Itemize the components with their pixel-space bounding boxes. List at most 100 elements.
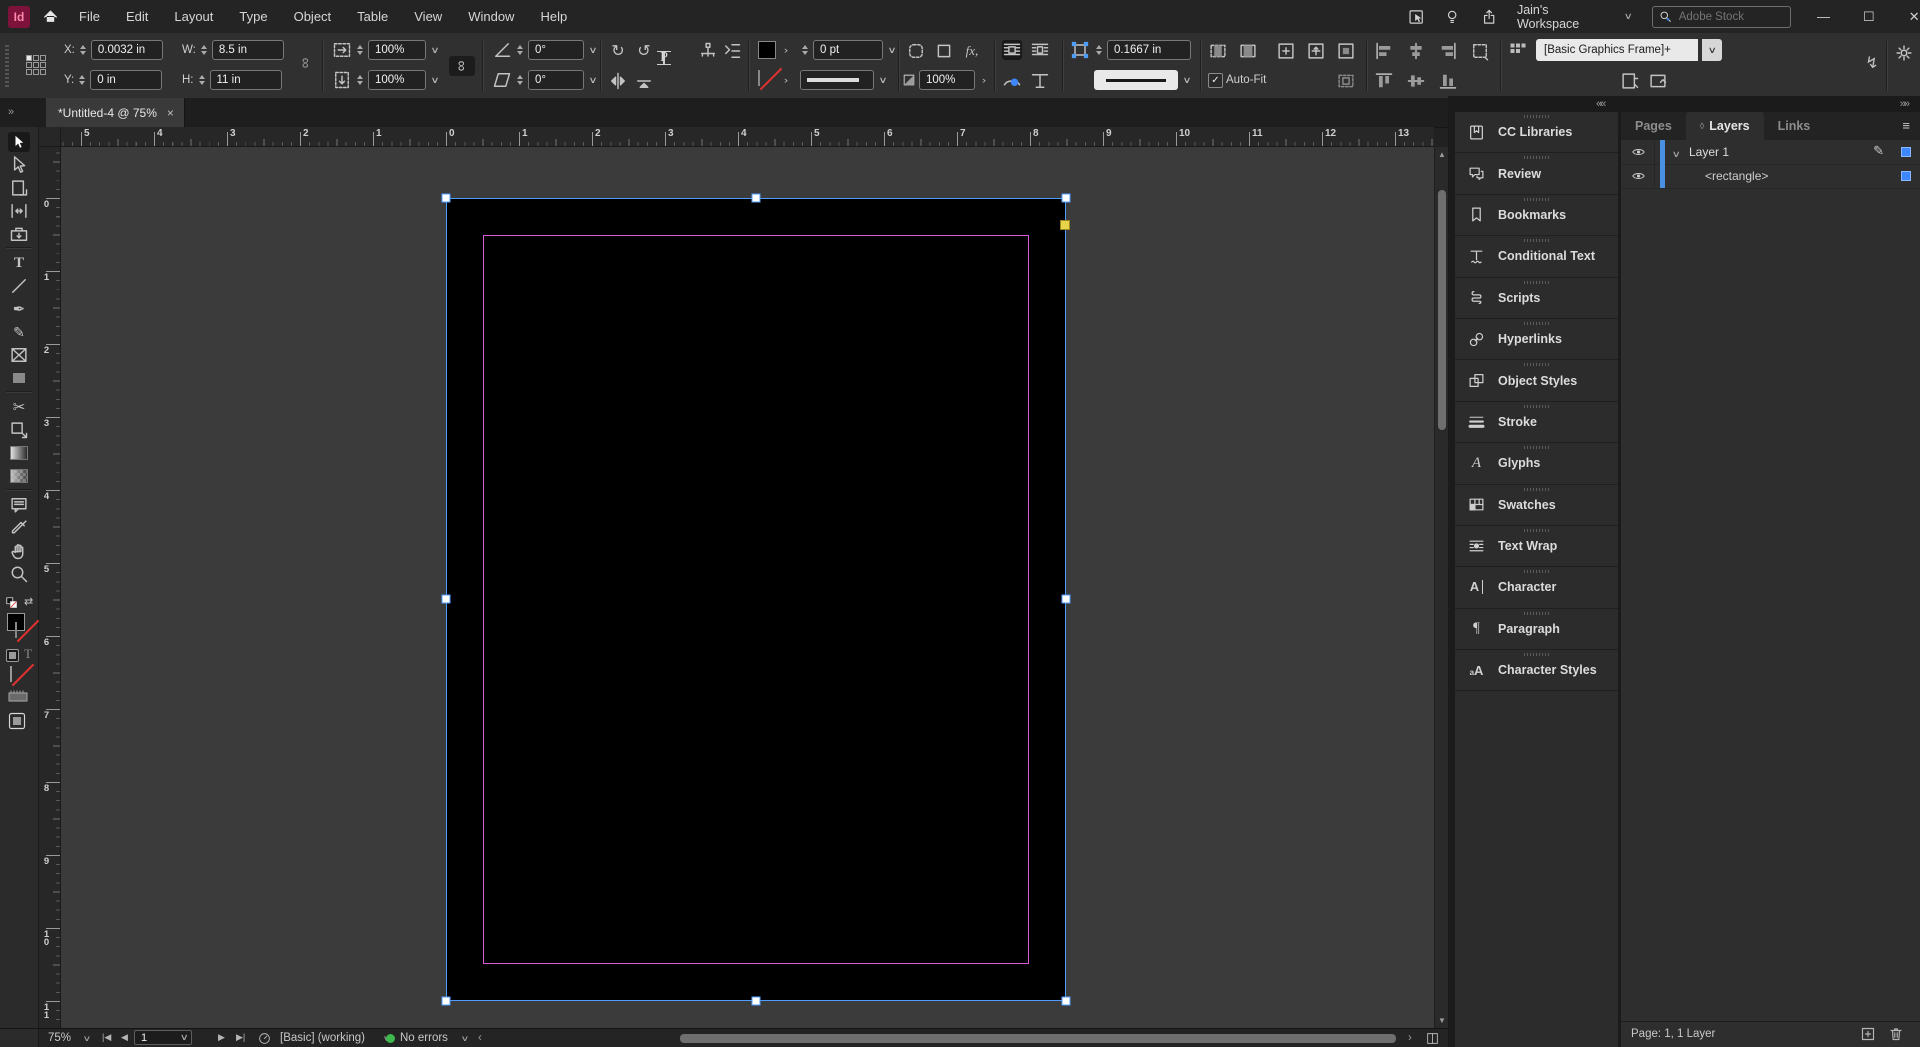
shear-chevron-icon[interactable]: ∨ [585,75,602,86]
corner-options-widget[interactable] [1060,220,1070,230]
window-split-icon[interactable] [1426,1032,1439,1045]
visibility-eye-icon[interactable] [1631,145,1646,159]
stroke-color-swatch[interactable] [758,70,760,86]
opacity-field[interactable]: 100% [919,70,975,90]
scale-x-field[interactable]: 100% [368,40,426,60]
wrap-to-chevron-icon[interactable]: ∨ [1179,75,1196,86]
free-transform-tool[interactable] [8,420,30,440]
next-page-button[interactable]: ▶ [218,1032,225,1043]
workspace-chevron-icon[interactable]: ∨ [1624,11,1633,22]
object-name[interactable]: <rectangle> [1705,169,1768,183]
layer-name[interactable]: Layer 1 [1689,145,1729,159]
scale-x-stepper[interactable] [355,42,365,58]
panel-item-conditional-text[interactable]: Conditional Text [1455,236,1618,278]
scissors-tool[interactable]: ✂ [8,397,30,417]
scale-y-chevron-icon[interactable]: ∨ [427,75,444,86]
align-to-selection-icon[interactable] [1470,41,1490,61]
object-selection-square[interactable] [1901,171,1911,181]
shear-field[interactable]: 0° [528,70,584,90]
align-bottom-icon[interactable] [1438,71,1458,91]
pencil-tool[interactable]: ✎ [8,322,30,342]
wrap-offset-stepper[interactable] [1094,42,1104,58]
page-tool[interactable] [8,178,30,198]
scale-y-stepper[interactable] [355,72,365,88]
panel-item-review[interactable]: Review [1455,153,1618,195]
selection-tool[interactable] [8,132,30,152]
frame-fitting-options-icon[interactable] [1336,71,1356,91]
flip-vertical-icon[interactable] [634,71,654,91]
panel-menu-icon[interactable]: ≡ [1902,118,1910,133]
menu-object[interactable]: Object [281,0,345,33]
stock-search-input[interactable] [1676,9,1771,24]
pasteboard[interactable] [61,147,1434,1028]
tab-links[interactable]: Links [1764,112,1825,140]
scroll-up-icon[interactable]: ▲ [1435,150,1449,159]
panel-item-swatches[interactable]: Swatches [1455,485,1618,526]
adobe-stock-search[interactable] [1651,5,1791,28]
constrain-dimensions-icon[interactable]: ∞ [296,53,316,73]
y-stepper[interactable] [77,72,87,88]
panel-settings-gear-icon[interactable] [1894,43,1914,63]
panel-item-hyperlinks[interactable]: Hyperlinks [1455,319,1618,361]
menu-view[interactable]: View [401,0,455,33]
layer-row[interactable]: ∨ Layer 1 ✎ [1621,140,1920,165]
menu-edit[interactable]: Edit [113,0,161,33]
object-style-dropdown[interactable]: [Basic Graphics Frame]+ [1536,39,1698,61]
center-content-icon[interactable] [1336,41,1356,61]
preflight-icon[interactable] [258,1032,271,1045]
direct-selection-tool[interactable] [8,155,30,175]
minimize-button[interactable]: — [1811,6,1836,28]
fill-frame-proportionally-icon[interactable] [1208,41,1228,61]
w-stepper[interactable] [199,42,209,58]
gpu-performance-icon[interactable]: ↯ [1862,53,1882,73]
opacity-chevron-icon[interactable]: › [976,75,993,85]
formatting-affects-text-icon[interactable]: T [24,646,32,662]
scale-x-chevron-icon[interactable]: ∨ [427,45,444,56]
rotate-ccw-icon[interactable]: ↺ [634,41,654,61]
stroke-type-chevron-icon[interactable]: ∨ [875,75,892,86]
rotate-cw-icon[interactable]: ↻ [608,41,628,61]
drop-shadow-icon[interactable] [1030,71,1050,91]
layer-selection-square[interactable] [1901,147,1911,157]
wrap-offset-field[interactable]: 0.1667 in [1107,40,1191,60]
error-status[interactable]: No errors [400,1032,448,1044]
line-tool[interactable] [8,276,30,296]
w-field[interactable]: 8.5 in [211,40,284,60]
apply-none-button[interactable] [10,666,12,682]
scroll-left-icon[interactable]: ‹ [478,1032,482,1044]
corner-shape-icon[interactable] [934,41,954,61]
h-stepper[interactable] [197,72,207,88]
rotation-chevron-icon[interactable]: ∨ [585,45,602,56]
tab-layers[interactable]: ◊ Layers [1685,112,1764,140]
first-page-button[interactable]: |◀ [102,1032,111,1043]
panel-item-scripts[interactable]: Scripts [1455,278,1618,319]
visibility-eye-icon[interactable] [1631,169,1646,183]
wrap-around-bounding-box-icon[interactable] [1030,40,1050,60]
preview-proxy-grid-icon[interactable] [1508,41,1528,61]
align-left-icon[interactable] [1374,41,1394,61]
publish-online-icon[interactable] [1648,71,1668,91]
vertical-ruler[interactable]: 0 1 2 3 4 5 6 7 8 9 10 11 [39,147,61,1028]
pen-tool[interactable]: ✒ [8,299,30,319]
object-row[interactable]: <rectangle> [1621,164,1920,189]
align-top-icon[interactable] [1374,71,1394,91]
horizontal-ruler[interactable]: 5 4 3 2 1 0 1 2 3 4 5 6 7 8 9 10 11 12 13 [61,127,1434,147]
previous-page-button[interactable]: ◀ [121,1032,128,1043]
menu-file[interactable]: File [66,0,113,33]
handle-bottom-center[interactable] [751,996,761,1006]
handle-top-right[interactable] [1061,193,1071,203]
hand-tool[interactable] [8,541,30,561]
handle-top-center[interactable] [751,193,761,203]
scroll-right-icon[interactable]: › [1408,1032,1412,1044]
menu-layout[interactable]: Layout [161,0,226,33]
tab-pages[interactable]: Pages [1621,112,1686,140]
handle-bottom-right[interactable] [1061,996,1071,1006]
stroke-flyout-chevron-icon[interactable]: › [778,75,795,85]
screen-mode-button[interactable] [8,712,26,730]
flip-horizontal-icon[interactable] [608,71,628,91]
media-browser-icon[interactable] [1408,8,1424,26]
toolbar-stroke-swatch[interactable] [15,622,17,638]
corner-options-icon[interactable] [906,41,926,61]
stroke-weight-stepper[interactable] [800,42,810,58]
home-icon[interactable] [42,8,59,25]
